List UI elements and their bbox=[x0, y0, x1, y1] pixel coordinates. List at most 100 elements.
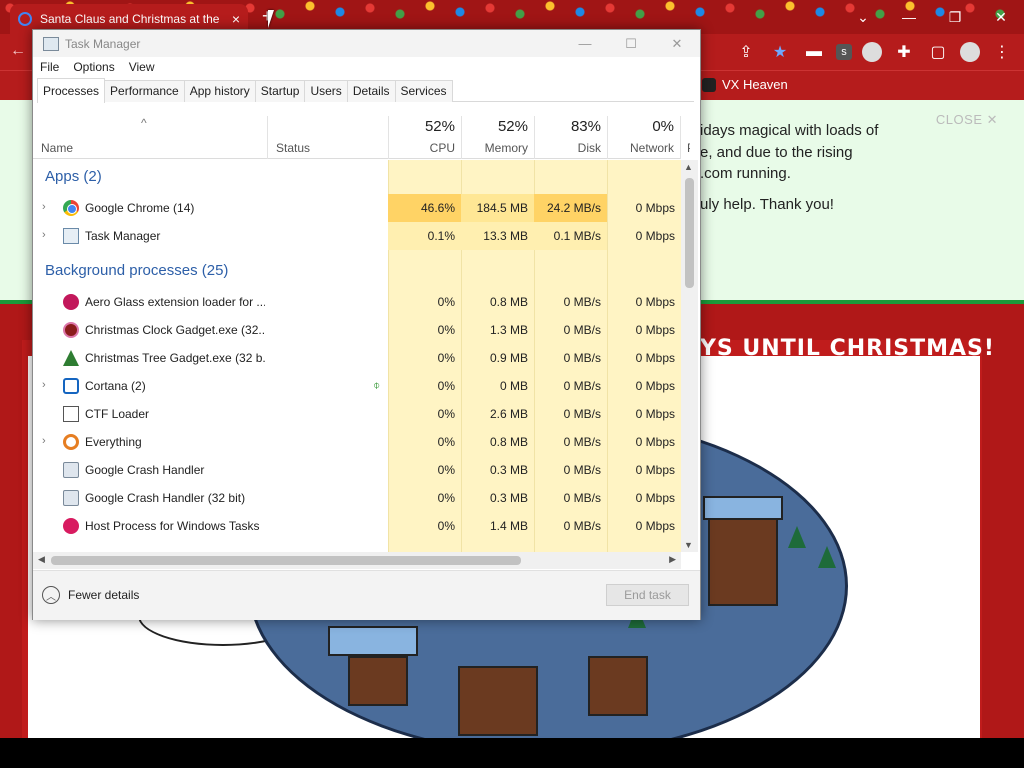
process-row[interactable]: Google Crash Handler (32 bit) 0% 0.3 MB … bbox=[33, 484, 681, 512]
process-name: Aero Glass extension loader for ... bbox=[85, 295, 265, 309]
tab-services[interactable]: Services bbox=[394, 80, 453, 102]
process-row[interactable]: Christmas Clock Gadget.exe (32... 0% 1.3… bbox=[33, 316, 681, 344]
column-header-row: ^ Name Status 52% CPU 52% Memory 83% Dis… bbox=[33, 116, 690, 159]
house bbox=[458, 666, 538, 736]
tab-users[interactable]: Users bbox=[304, 80, 348, 102]
everything-icon bbox=[63, 434, 79, 450]
close-button[interactable]: ✕ bbox=[978, 0, 1024, 34]
column-label: Network bbox=[629, 141, 674, 155]
network-value: 0 Mbps bbox=[635, 435, 675, 449]
disk-value: 0 MB/s bbox=[563, 519, 601, 533]
disk-value: 0 MB/s bbox=[563, 351, 601, 365]
roof bbox=[703, 496, 783, 520]
column-label: P bbox=[687, 141, 690, 155]
cpu-value: 0% bbox=[437, 295, 455, 309]
minimize-button[interactable]: — bbox=[886, 0, 932, 34]
process-row[interactable]: › Task Manager 0.1% 13.3 MB 0.1 MB/s 0 M… bbox=[33, 222, 681, 250]
horizontal-scrollbar[interactable]: ◀ ▶ bbox=[33, 552, 681, 569]
network-total: 0% bbox=[652, 118, 674, 135]
menu-icon[interactable]: ⋮ bbox=[990, 40, 1014, 64]
column-power[interactable]: P bbox=[680, 116, 690, 159]
expand-chevron-icon[interactable]: › bbox=[42, 201, 46, 213]
process-name: CTF Loader bbox=[85, 407, 150, 421]
disk-value: 0 MB/s bbox=[563, 407, 601, 421]
suspended-leaf-icon: ⌽ bbox=[373, 378, 381, 392]
column-name[interactable]: ^ Name bbox=[33, 116, 267, 159]
share-icon[interactable]: ⇪ bbox=[734, 40, 758, 64]
process-row[interactable]: › Cortana (2) ⌽ 0% 0 MB 0 MB/s 0 Mbps bbox=[33, 372, 681, 400]
disk-value: 0 MB/s bbox=[563, 323, 601, 337]
profile-extension-icon[interactable] bbox=[862, 42, 882, 62]
s-extension-icon[interactable]: s bbox=[836, 44, 852, 60]
profile-avatar[interactable] bbox=[960, 42, 980, 62]
scroll-up-icon[interactable]: ▲ bbox=[684, 162, 693, 172]
maximize-button[interactable]: ☐ bbox=[608, 30, 654, 57]
column-cpu[interactable]: 52% CPU bbox=[388, 116, 461, 159]
group-title: Apps (2) bbox=[45, 168, 102, 185]
column-disk[interactable]: 83% Disk bbox=[534, 116, 607, 159]
menu-options[interactable]: Options bbox=[66, 57, 121, 78]
title-bar[interactable]: Task Manager — ☐ ✕ bbox=[33, 30, 700, 57]
tab-search-icon[interactable]: ⌄ bbox=[840, 0, 886, 34]
scroll-thumb[interactable] bbox=[685, 178, 694, 288]
end-task-button[interactable]: End task bbox=[606, 584, 689, 606]
memory-value: 1.4 MB bbox=[489, 519, 528, 533]
tab-processes[interactable]: Processes bbox=[37, 78, 106, 103]
column-status[interactable]: Status bbox=[267, 116, 388, 159]
process-name: Task Manager bbox=[85, 229, 161, 243]
expand-chevron-icon[interactable]: › bbox=[42, 229, 46, 241]
process-row[interactable]: Aero Glass extension loader for ... 0% 0… bbox=[33, 288, 681, 316]
process-row[interactable]: Host Process for Windows Tasks 0% 1.4 MB… bbox=[33, 512, 681, 540]
sort-arrow-icon: ^ bbox=[141, 116, 147, 130]
scroll-thumb[interactable] bbox=[51, 556, 521, 565]
flag-extension-icon[interactable]: ▬ bbox=[802, 40, 826, 64]
extensions-icon[interactable]: ✚ bbox=[892, 40, 916, 64]
restore-button[interactable]: ❐ bbox=[932, 0, 978, 34]
notice-line: e, and due to the rising bbox=[700, 144, 853, 161]
process-row[interactable]: › Everything 0% 0.8 MB 0 MB/s 0 Mbps bbox=[33, 428, 681, 456]
vertical-scrollbar[interactable]: ▲ ▼ bbox=[681, 160, 698, 552]
process-row[interactable]: Google Crash Handler 0% 0.3 MB 0 MB/s 0 … bbox=[33, 456, 681, 484]
expand-chevron-icon[interactable]: › bbox=[42, 379, 46, 391]
tab-app-history[interactable]: App history bbox=[183, 80, 256, 102]
cpu-value: 0.1% bbox=[388, 222, 461, 250]
bookmark-vx-heaven[interactable]: VX Heaven bbox=[702, 77, 788, 92]
column-label: Status bbox=[276, 141, 311, 155]
notice-close-button[interactable]: CLOSE ✕ bbox=[936, 112, 998, 128]
crash-handler-icon bbox=[63, 490, 79, 506]
memory-value: 0.8 MB bbox=[489, 435, 528, 449]
menu-view[interactable]: View bbox=[122, 57, 162, 78]
memory-total: 52% bbox=[497, 118, 528, 135]
tab-performance[interactable]: Performance bbox=[104, 80, 185, 102]
cpu-value: 0% bbox=[437, 491, 455, 505]
close-button[interactable]: ✕ bbox=[654, 30, 700, 57]
memory-value: 0.3 MB bbox=[489, 491, 528, 505]
process-row[interactable]: › Google Chrome (14) 46.6% 184.5 MB 24.2… bbox=[33, 194, 681, 222]
scroll-down-icon[interactable]: ▼ bbox=[684, 540, 693, 550]
back-icon[interactable]: ← bbox=[10, 42, 26, 60]
tab-startup[interactable]: Startup bbox=[254, 80, 306, 102]
group-title: Background processes (25) bbox=[45, 262, 229, 279]
column-label: Disk bbox=[577, 141, 601, 155]
side-panel-icon[interactable]: ▢ bbox=[926, 40, 950, 64]
process-name: Everything bbox=[85, 435, 142, 449]
column-memory[interactable]: 52% Memory bbox=[461, 116, 534, 159]
tab-close-icon[interactable]: × bbox=[232, 11, 240, 27]
scroll-right-icon[interactable]: ▶ bbox=[669, 554, 676, 565]
scroll-left-icon[interactable]: ◀ bbox=[38, 554, 45, 565]
process-row[interactable]: Christmas Tree Gadget.exe (32 b... 0% 0.… bbox=[33, 344, 681, 372]
minimize-button[interactable]: — bbox=[562, 30, 608, 57]
column-label: Name bbox=[41, 141, 74, 155]
memory-value: 13.3 MB bbox=[461, 222, 534, 250]
crash-handler-icon bbox=[63, 462, 79, 478]
process-name: Google Crash Handler bbox=[85, 463, 205, 477]
bookmark-star-icon[interactable]: ★ bbox=[768, 40, 792, 64]
tree bbox=[818, 546, 836, 568]
tab-details[interactable]: Details bbox=[346, 80, 396, 102]
column-network[interactable]: 0% Network bbox=[607, 116, 680, 159]
menu-file[interactable]: File bbox=[33, 57, 66, 78]
process-row[interactable]: CTF Loader 0% 2.6 MB 0 MB/s 0 Mbps bbox=[33, 400, 681, 428]
memory-value: 0.3 MB bbox=[489, 463, 528, 477]
expand-chevron-icon[interactable]: › bbox=[42, 435, 46, 447]
fewer-details-button[interactable]: ︿ Fewer details bbox=[42, 586, 139, 604]
